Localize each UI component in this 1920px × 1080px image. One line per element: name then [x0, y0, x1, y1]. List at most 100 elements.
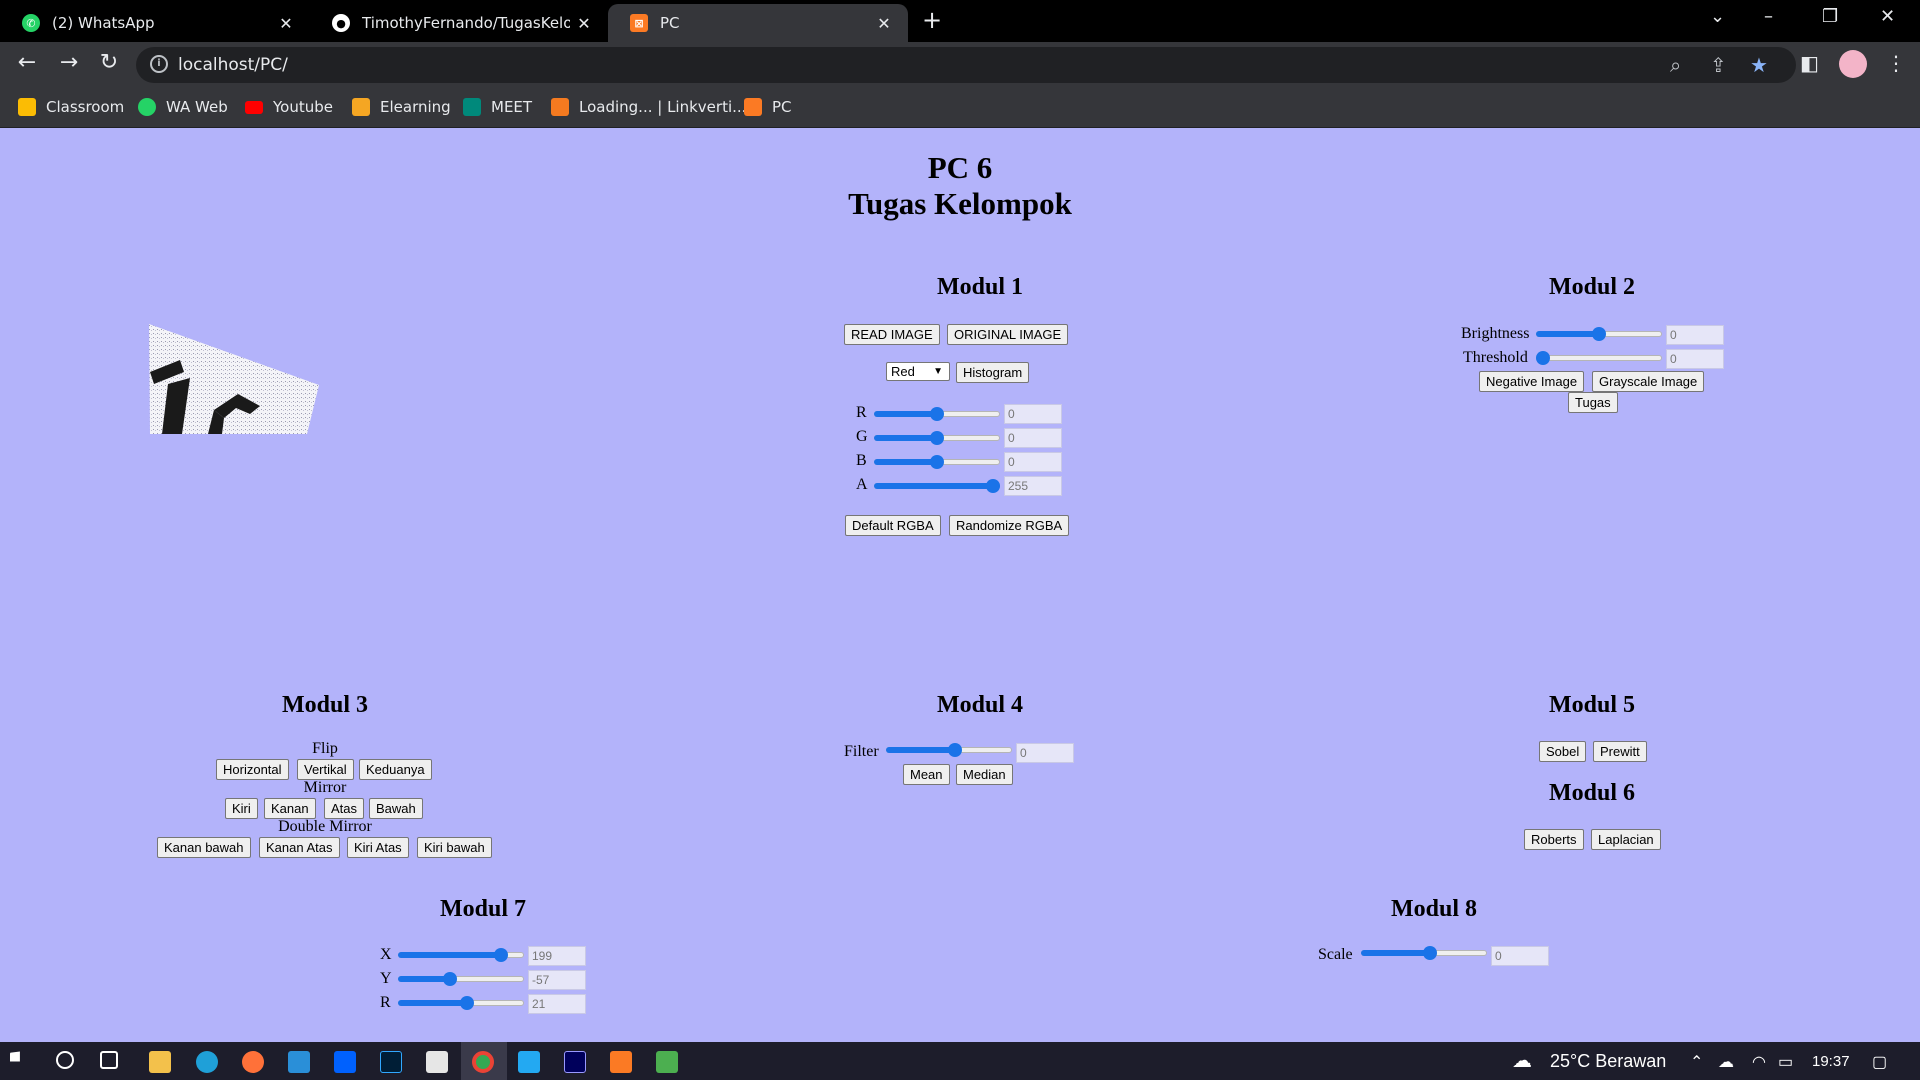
xampp-icon[interactable]	[610, 1051, 632, 1073]
tab-search-chevron-icon[interactable]: ⌄	[1710, 6, 1725, 27]
vscode-icon[interactable]	[518, 1051, 540, 1073]
modul3-heading: Modul 3	[281, 692, 368, 718]
animate-icon[interactable]	[564, 1051, 586, 1073]
flip-vertikal-button[interactable]: Vertikal	[297, 759, 354, 780]
grayscale-image-button[interactable]: Grayscale Image	[1592, 371, 1705, 392]
chrome-icon[interactable]	[472, 1051, 494, 1073]
edge-icon[interactable]	[196, 1051, 218, 1073]
image-viewer-icon[interactable]	[656, 1051, 678, 1073]
tab-github[interactable]: ● TimothyFernando/TugasKelompo ✕	[310, 4, 608, 42]
y-slider[interactable]	[398, 971, 524, 987]
bookmark-linkvertise[interactable]: Loading... | Linkverti...	[551, 98, 746, 116]
mirror-kanan-button[interactable]: Kanan	[264, 798, 316, 819]
zoom-icon[interactable]: ⌕	[1670, 53, 1681, 77]
site-info-icon[interactable]: i	[150, 55, 168, 73]
back-icon[interactable]: ←	[12, 50, 42, 75]
x-value-input[interactable]: 199	[528, 946, 586, 966]
mail-icon[interactable]	[288, 1051, 310, 1073]
histogram-button[interactable]: Histogram	[956, 362, 1030, 383]
channel-select[interactable]: Red ▼	[886, 362, 950, 381]
threshold-slider[interactable]	[1536, 350, 1662, 366]
wifi-icon[interactable]: ◠	[1752, 1052, 1766, 1072]
scale-slider[interactable]	[1361, 945, 1487, 961]
restore-icon[interactable]: ❐	[1822, 6, 1838, 27]
rotate-slider[interactable]	[398, 995, 524, 1011]
y-value-input[interactable]: -57	[528, 970, 586, 990]
search-icon[interactable]	[56, 1051, 74, 1069]
default-rgba-button[interactable]: Default RGBA	[845, 515, 941, 536]
sobel-button[interactable]: Sobel	[1539, 741, 1587, 762]
profile-avatar[interactable]	[1839, 50, 1867, 78]
bookmark-wa-web[interactable]: WA Web	[138, 98, 228, 116]
photoshop-icon[interactable]	[380, 1051, 402, 1073]
share-icon[interactable]: ⇪	[1710, 53, 1727, 77]
mean-button[interactable]: Mean	[903, 764, 950, 785]
notifications-icon[interactable]: ▢	[1872, 1052, 1887, 1072]
green-value-input[interactable]: 0	[1004, 428, 1062, 448]
calculator-icon[interactable]	[426, 1051, 448, 1073]
double-mirror-kanan-bawah-button[interactable]: Kanan bawah	[157, 837, 251, 858]
minimize-icon[interactable]: –	[1764, 6, 1773, 27]
median-button[interactable]: Median	[956, 764, 1013, 785]
rotate-value-input[interactable]: 21	[528, 994, 586, 1014]
blue-value-input[interactable]: 0	[1004, 452, 1062, 472]
mirror-bawah-button[interactable]: Bawah	[369, 798, 423, 819]
new-tab-icon[interactable]: +	[922, 6, 942, 34]
threshold-value-input[interactable]: 0	[1666, 349, 1724, 369]
clock-time[interactable]: 19:37	[1812, 1053, 1850, 1070]
menu-icon[interactable]: ⋮	[1886, 51, 1906, 75]
bookmark-youtube[interactable]: Youtube	[245, 98, 333, 116]
roberts-button[interactable]: Roberts	[1524, 829, 1584, 850]
forward-icon[interactable]: →	[54, 50, 84, 75]
prewitt-button[interactable]: Prewitt	[1593, 741, 1647, 762]
green-slider[interactable]	[874, 430, 1000, 446]
address-bar[interactable]: i localhost/PC/ ⌕ ⇪ ★	[136, 47, 1796, 83]
bookmark-elearning[interactable]: Elearning	[352, 98, 451, 116]
double-mirror-kiri-bawah-button[interactable]: Kiri bawah	[417, 837, 492, 858]
alpha-value-input[interactable]: 255	[1004, 476, 1062, 496]
bookmark-meet[interactable]: MEET	[463, 98, 532, 116]
mirror-atas-button[interactable]: Atas	[324, 798, 365, 819]
flip-horizontal-button[interactable]: Horizontal	[216, 759, 289, 780]
negative-image-button[interactable]: Negative Image	[1479, 371, 1585, 392]
battery-icon[interactable]: ▭	[1778, 1052, 1793, 1072]
windows-start-icon[interactable]	[10, 1051, 20, 1062]
side-panel-icon[interactable]: ◧	[1800, 51, 1819, 75]
close-window-icon[interactable]: ✕	[1880, 6, 1895, 27]
tab-whatsapp[interactable]: ✆ (2) WhatsApp ✕	[0, 4, 310, 42]
flip-keduanya-button[interactable]: Keduanya	[359, 759, 432, 780]
double-mirror-kiri-atas-button[interactable]: Kiri Atas	[347, 837, 409, 858]
weather-text[interactable]: 25°C Berawan	[1550, 1051, 1666, 1072]
red-slider[interactable]	[874, 406, 1000, 422]
close-tab-icon[interactable]: ✕	[570, 14, 598, 33]
file-explorer-icon[interactable]	[149, 1051, 171, 1073]
blue-slider[interactable]	[874, 454, 1000, 470]
close-tab-icon[interactable]: ✕	[870, 14, 898, 33]
double-mirror-kanan-atas-button[interactable]: Kanan Atas	[259, 837, 340, 858]
filter-slider[interactable]	[886, 742, 1012, 758]
x-slider[interactable]	[398, 947, 524, 963]
onedrive-icon[interactable]: ☁	[1718, 1052, 1734, 1072]
scale-value-input[interactable]: 0	[1491, 946, 1549, 966]
bookmark-star-icon[interactable]: ★	[1750, 53, 1768, 77]
tray-chevron-up-icon[interactable]: ⌃	[1690, 1052, 1703, 1072]
filter-value-input[interactable]: 0	[1016, 743, 1074, 763]
bookmark-pc[interactable]: PC	[744, 98, 792, 116]
original-image-button[interactable]: ORIGINAL IMAGE	[947, 324, 1069, 345]
bookmark-classroom[interactable]: Classroom	[18, 98, 124, 116]
tugas-button[interactable]: Tugas	[1568, 392, 1618, 413]
alpha-slider[interactable]	[874, 478, 1000, 494]
close-tab-icon[interactable]: ✕	[272, 14, 300, 33]
read-image-button[interactable]: READ IMAGE	[844, 324, 940, 345]
reload-icon[interactable]: ↻	[94, 50, 124, 75]
brightness-value-input[interactable]: 0	[1666, 325, 1724, 345]
dropbox-icon[interactable]	[334, 1051, 356, 1073]
laplacian-button[interactable]: Laplacian	[1591, 829, 1661, 850]
mirror-kiri-button[interactable]: Kiri	[225, 798, 258, 819]
task-view-icon[interactable]	[100, 1051, 118, 1069]
red-value-input[interactable]: 0	[1004, 404, 1062, 424]
firefox-icon[interactable]	[242, 1051, 264, 1073]
brightness-slider[interactable]	[1536, 326, 1662, 342]
tab-pc[interactable]: ⊠ PC ✕	[608, 4, 908, 42]
randomize-rgba-button[interactable]: Randomize RGBA	[949, 515, 1070, 536]
